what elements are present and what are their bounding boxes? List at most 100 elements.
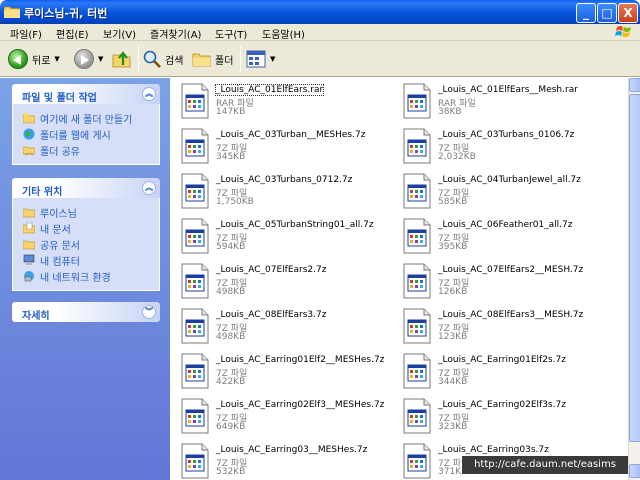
file-item[interactable]: _Louis_AC_Earring01Elf2s.7z 7Z 파일 344KB <box>392 349 592 393</box>
file-size: 585KB <box>438 197 468 207</box>
search-icon <box>143 50 161 68</box>
folders-icon <box>192 53 211 67</box>
task-new-folder[interactable]: 여기에 새 폴더 만들기 <box>23 110 159 126</box>
file-item[interactable]: _Louis_AC_03Turban__MESHes.7z 7Z 파일 345KB <box>170 124 370 168</box>
search-button[interactable]: 검색 <box>142 47 183 71</box>
file-size: 422KB <box>216 377 246 387</box>
chevron-down-icon: ▼ <box>54 55 60 63</box>
menu-view[interactable]: 보기(V) <box>103 26 136 41</box>
title-bar[interactable]: 루이스님-귀, 터번 _ □ X <box>0 0 640 24</box>
task-share-folder[interactable]: 폴더 공유 <box>23 142 159 158</box>
documents-icon <box>23 222 35 234</box>
file-folder-tasks-panel: 파일 및 폴더 작업 ︽ 여기에 새 폴더 만들기 폴더를 웹에 게시 폴더 공… <box>12 84 160 165</box>
file-size: 38KB <box>438 107 462 117</box>
minimize-button[interactable]: _ <box>576 3 596 23</box>
place-my-computer[interactable]: 내 컴퓨터 <box>23 252 159 268</box>
archive-file-icon <box>181 398 209 434</box>
file-size: 147KB <box>216 107 246 117</box>
scroll-thumb[interactable] <box>629 94 640 442</box>
file-item[interactable]: _Louis_AC_06Feather01_all.7z 7Z 파일 395KB <box>392 214 592 258</box>
file-name: _Louis_AC_08ElfEars3__MESH.7z <box>438 310 584 320</box>
menu-bar: 파일(F) 편집(E) 보기(V) 즐겨찾기(A) 도구(T) 도움말(H) <box>0 24 640 41</box>
chevron-down-icon: ▼ <box>98 55 104 63</box>
file-name: _Louis_AC_01ElfEars.rar <box>214 84 325 96</box>
place-my-network[interactable]: 내 네트워크 환경 <box>23 268 159 284</box>
forward-button[interactable]: ▼ <box>74 47 103 71</box>
panel-header[interactable]: 자세히 ︾ <box>12 302 160 322</box>
archive-file-icon <box>181 263 209 299</box>
file-item[interactable]: _Louis_AC_05TurbanString01_all.7z 7Z 파일 59… <box>170 214 374 258</box>
file-size: 395KB <box>438 242 468 252</box>
file-item[interactable]: _Louis_AC_08ElfEars3__MESH.7z 7Z 파일 123KB <box>392 304 592 348</box>
details-panel: 자세히 ︾ <box>12 302 160 322</box>
file-name: _Louis_AC_Earring01Elf2__MESHes.7z <box>216 355 385 365</box>
file-name: _Louis_AC_Earring02Elf3s.7z <box>438 400 566 410</box>
menu-tools[interactable]: 도구(T) <box>215 26 247 41</box>
vertical-scrollbar[interactable] <box>628 78 640 480</box>
forward-arrow-icon <box>74 49 94 69</box>
maximize-button[interactable]: □ <box>597 3 617 23</box>
expand-chevron-icon[interactable]: ︾ <box>142 305 156 319</box>
place-louis[interactable]: 루이스님 <box>23 204 159 220</box>
file-size: 498KB <box>216 287 246 297</box>
file-item[interactable]: _Louis_AC_01ElfEars__Mesh.rar RAR 파일 38KB <box>392 79 592 123</box>
watermark-url: http://cafe.daum.net/easims <box>462 456 628 474</box>
file-item[interactable]: _Louis_AC_08ElfEars3.7z 7Z 파일 498KB <box>170 304 370 348</box>
file-name: _Louis_AC_07ElfEars2__MESH.7z <box>438 265 584 275</box>
file-name: _Louis_AC_Earring01Elf2s.7z <box>438 355 566 365</box>
archive-file-icon <box>403 128 431 164</box>
file-name: _Louis_AC_03Turban__MESHes.7z <box>216 130 366 140</box>
file-item[interactable]: _Louis_AC_03Turbans_0712.7z 7Z 파일 1,750KB <box>170 169 370 213</box>
archive-file-icon <box>403 218 431 254</box>
file-item[interactable]: _Louis_AC_01ElfEars.rar RAR 파일 147KB <box>170 79 370 123</box>
file-item[interactable]: _Louis_AC_Earring02Elf3__MESHes.7z 7Z 파일 6… <box>170 394 384 438</box>
scroll-up-button[interactable] <box>629 78 640 92</box>
file-size: 498KB <box>216 332 246 342</box>
file-size: 649KB <box>216 422 246 432</box>
folder-icon <box>4 6 20 18</box>
file-name: _Louis_AC_Earring03__MESHes.7z <box>216 445 368 455</box>
archive-file-icon <box>181 353 209 389</box>
views-button[interactable]: ▼ <box>246 47 275 71</box>
file-size: 126KB <box>438 287 468 297</box>
task-pane: 파일 및 폴더 작업 ︽ 여기에 새 폴더 만들기 폴더를 웹에 게시 폴더 공… <box>0 78 170 480</box>
archive-file-icon <box>181 443 209 479</box>
file-item[interactable]: _Louis_AC_Earring01Elf2__MESHes.7z 7Z 파일 4… <box>170 349 384 393</box>
collapse-chevron-icon[interactable]: ︽ <box>142 87 156 101</box>
task-publish-web[interactable]: 폴더를 웹에 게시 <box>23 126 159 142</box>
file-item[interactable]: _Louis_AC_Earring02Elf3s.7z 7Z 파일 323KB <box>392 394 592 438</box>
archive-file-icon <box>403 443 431 479</box>
file-name: _Louis_AC_Earring03s.7z <box>438 445 549 455</box>
file-item[interactable]: _Louis_AC_07ElfEars2.7z 7Z 파일 498KB <box>170 259 370 303</box>
file-item[interactable]: _Louis_AC_Earring03__MESHes.7z 7Z 파일 532KB <box>170 439 370 480</box>
menu-file[interactable]: 파일(F) <box>10 26 42 41</box>
archive-file-icon <box>403 263 431 299</box>
menu-edit[interactable]: 편집(E) <box>56 26 89 41</box>
file-item[interactable]: _Louis_AC_04TurbanJewel_all.7z 7Z 파일 585KB <box>392 169 592 213</box>
file-size: 344KB <box>438 377 468 387</box>
archive-file-icon <box>181 218 209 254</box>
menu-help[interactable]: 도움말(H) <box>262 26 305 41</box>
folders-button[interactable]: 폴더 <box>192 47 233 71</box>
place-shared-documents[interactable]: 공유 문서 <box>23 236 159 252</box>
file-item[interactable]: _Louis_AC_03Turbans_0106.7z 7Z 파일 2,032KB <box>392 124 592 168</box>
folder-icon <box>23 240 35 250</box>
place-my-documents[interactable]: 내 문서 <box>23 220 159 236</box>
collapse-chevron-icon[interactable]: ︽ <box>142 181 156 195</box>
share-folder-icon <box>23 146 35 156</box>
file-name: _Louis_AC_01ElfEars__Mesh.rar <box>438 85 578 95</box>
panel-header[interactable]: 파일 및 폴더 작업 ︽ <box>12 84 160 104</box>
folder-icon <box>23 208 35 218</box>
other-places-panel: 기타 위치 ︽ 루이스님 내 문서 공유 문서 내 컴퓨터 내 네트워크 환경 <box>12 178 160 291</box>
file-item[interactable]: _Louis_AC_07ElfEars2__MESH.7z 7Z 파일 126KB <box>392 259 592 303</box>
archive-file-icon <box>181 128 209 164</box>
scroll-down-button[interactable] <box>629 464 640 478</box>
menu-favorites[interactable]: 즐겨찾기(A) <box>150 26 201 41</box>
chevron-down-icon: ▼ <box>270 55 276 63</box>
archive-file-icon <box>403 173 431 209</box>
archive-file-icon <box>403 353 431 389</box>
close-button[interactable]: X <box>618 3 638 23</box>
panel-header[interactable]: 기타 위치 ︽ <box>12 178 160 198</box>
up-folder-button[interactable] <box>112 47 132 71</box>
back-button[interactable]: 뒤로 ▼ <box>8 47 60 71</box>
